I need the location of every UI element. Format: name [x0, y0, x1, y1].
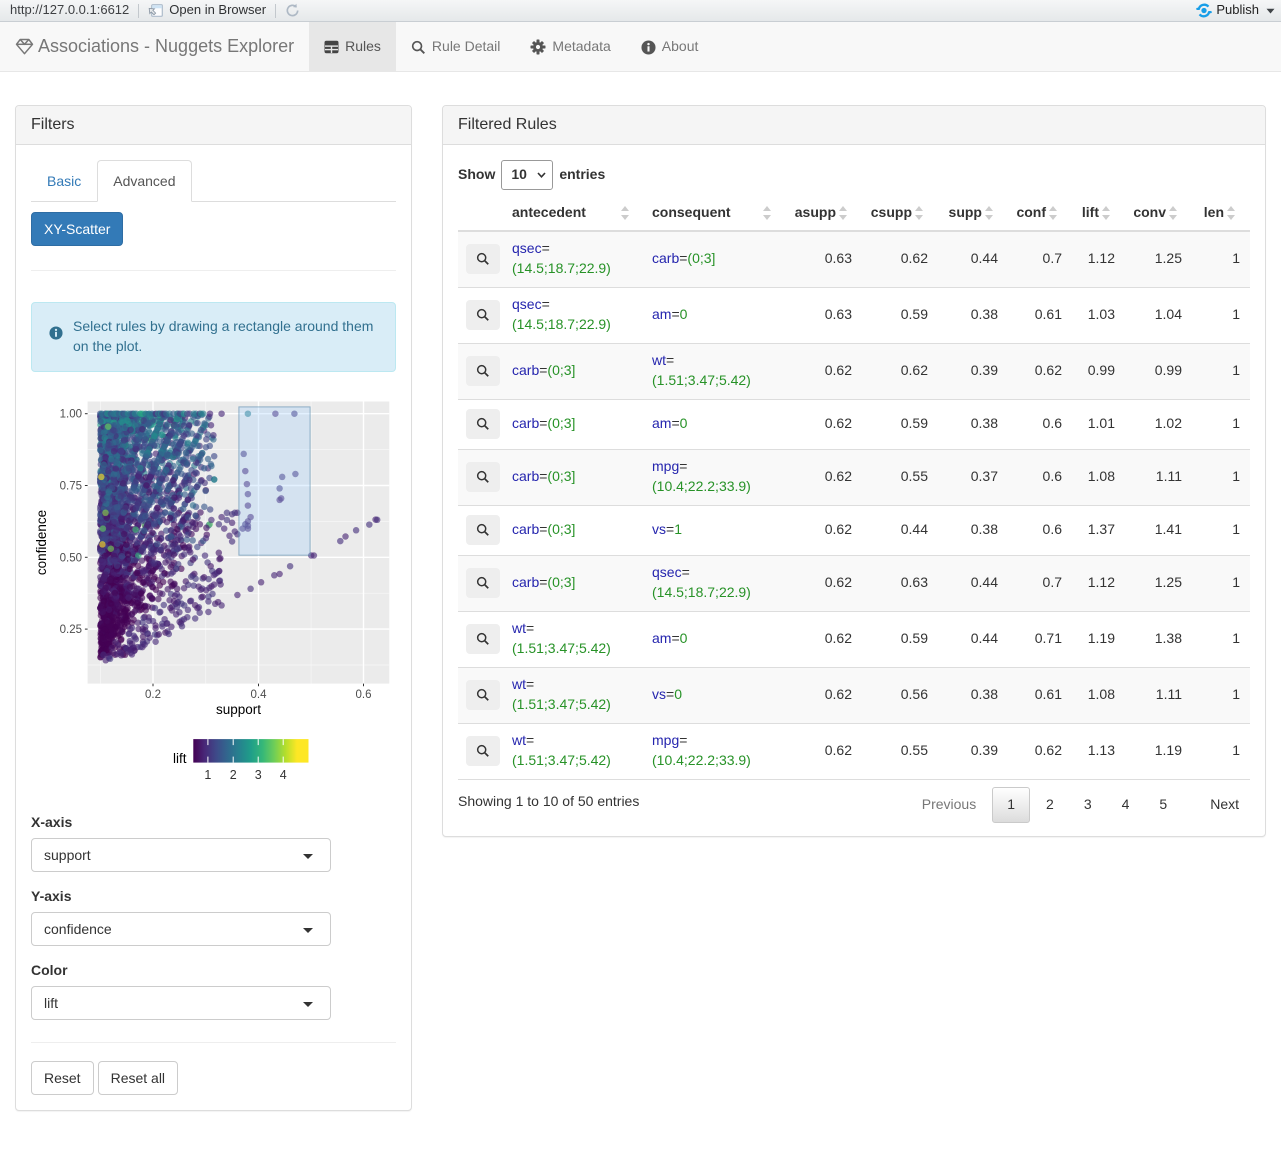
svg-text:0.50: 0.50: [60, 552, 82, 564]
svg-text:0.6: 0.6: [356, 689, 372, 701]
svg-text:3: 3: [255, 768, 262, 782]
svg-text:4: 4: [280, 768, 287, 782]
svg-text:0.4: 0.4: [251, 689, 268, 701]
svg-text:0.25: 0.25: [60, 624, 82, 636]
svg-text:1: 1: [204, 768, 211, 782]
svg-text:0.2: 0.2: [145, 689, 161, 701]
svg-text:1.00: 1.00: [60, 409, 82, 421]
svg-text:lift: lift: [173, 751, 187, 766]
svg-text:2: 2: [230, 768, 237, 782]
svg-text:support: support: [216, 702, 261, 717]
svg-text:confidence: confidence: [34, 510, 49, 575]
svg-text:0.75: 0.75: [60, 480, 82, 492]
